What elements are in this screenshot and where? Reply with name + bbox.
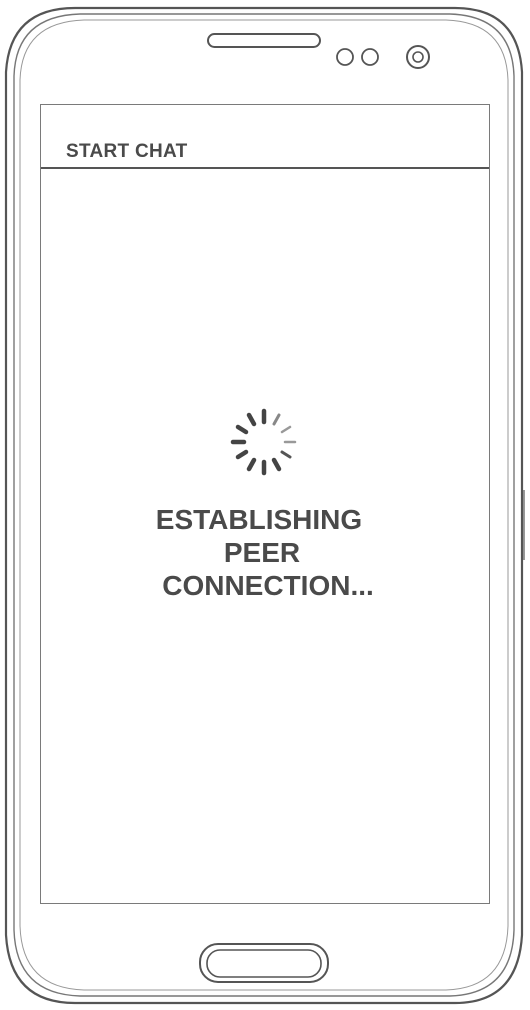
status-text-line-3: CONNECTION...	[162, 570, 374, 601]
home-button-icon[interactable]	[199, 943, 329, 983]
app-header: START CHAT	[41, 105, 489, 169]
proximity-sensor-icon	[336, 48, 379, 66]
status-text-line-2: PEER	[223, 537, 301, 568]
earpiece-speaker-icon	[207, 33, 321, 48]
page-title: START CHAT	[66, 141, 188, 162]
front-camera-icon	[406, 45, 430, 69]
loading-spinner-icon	[230, 408, 297, 476]
phone-mockup: START CHAT ESTABLISHING PEER CONNECTION.…	[0, 0, 530, 1010]
status-text-line-1: ESTABLISHING	[155, 504, 363, 535]
phone-screen: START CHAT ESTABLISHING PEER CONNECTION.…	[40, 104, 490, 904]
